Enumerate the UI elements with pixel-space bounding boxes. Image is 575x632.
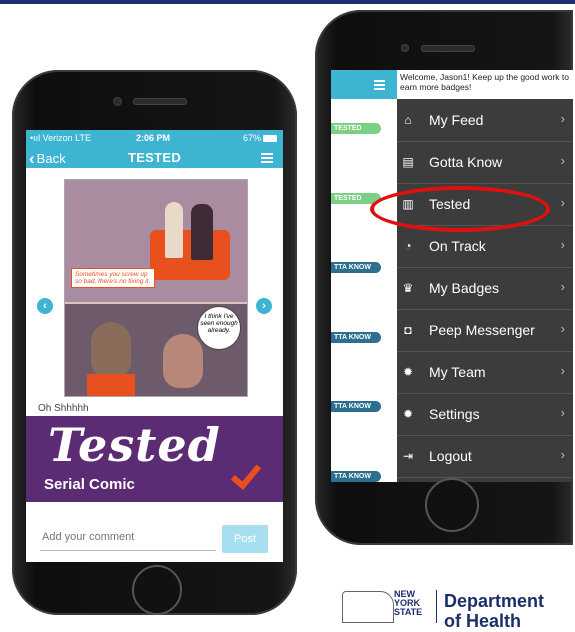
sofa-illustration (150, 230, 230, 280)
post-button[interactable]: Post (222, 525, 268, 553)
banner-subtitle: Serial Comic (44, 476, 135, 493)
character-illustration (191, 204, 213, 260)
menu-item-peep-messenger[interactable]: ◘ Peep Messenger › (397, 309, 573, 352)
home-button[interactable] (132, 565, 182, 615)
menu-item-label: On Track (429, 238, 486, 254)
document-icon: ▤ (402, 155, 414, 169)
logo-line: STATE (394, 607, 423, 617)
banner-title: Tested (48, 418, 221, 472)
left-screen: •ııl Verizon LTE 2:06 PM 67% ‹ Back TESTE… (26, 130, 283, 562)
menu-item-label: My Team (429, 364, 486, 380)
comment-input[interactable] (40, 524, 216, 551)
comic-caption: Oh Shhhhh (38, 403, 89, 414)
highlight-circle (370, 186, 550, 232)
menu-item-label: Gotta Know (429, 154, 503, 170)
right-phone: TESTED TESTED TTA KNOW TTA KNOW TTA KNOW… (315, 10, 573, 545)
scarf-illustration (87, 374, 135, 396)
speech-bubble: Sometimes you screw up so bad, there's n… (71, 268, 155, 288)
feed-tag: TTA KNOW (331, 401, 381, 412)
logo-health: of Health (444, 611, 522, 631)
menu-drawer: Welcome, Jason1! Keep up the good work t… (397, 70, 573, 482)
battery-indicator: 67% (243, 133, 277, 143)
badge-icon: ♛ (402, 281, 414, 295)
prev-arrow-button[interactable]: ‹ (37, 298, 53, 314)
nav-bar: ‹ Back TESTED (26, 146, 283, 168)
menu-item-gotta-know[interactable]: ▤ Gotta Know › (397, 141, 573, 184)
feed-background: TESTED TESTED TTA KNOW TTA KNOW TTA KNOW… (331, 70, 397, 482)
logo-state-text: NEW YORK STATE (394, 590, 422, 617)
menu-item-label: Settings (429, 406, 480, 422)
feed-tag: TTA KNOW (331, 262, 381, 273)
comic-image: Sometimes you screw up so bad, there's n… (64, 179, 248, 397)
menu-item-label: Peep Messenger (429, 322, 535, 338)
chat-icon: ◘ (404, 323, 412, 337)
camera (113, 97, 122, 106)
status-time: 2:06 PM (136, 133, 171, 143)
menu-item-logout[interactable]: ⇥ Logout › (397, 435, 573, 478)
comic-panel: I think I've seen enough already. (65, 304, 247, 396)
header-bar (331, 70, 397, 99)
menu-item-my-badges[interactable]: ♛ My Badges › (397, 267, 573, 310)
status-bar: •ııl Verizon LTE 2:06 PM 67% (26, 130, 283, 146)
chevron-right-icon: › (560, 321, 565, 336)
gear-icon: ✹ (402, 407, 414, 421)
chevron-right-icon: › (560, 195, 565, 210)
character-illustration (91, 322, 131, 378)
menu-item-label: My Badges (429, 280, 500, 296)
home-button[interactable] (425, 478, 479, 532)
menu-item-label: Logout (429, 448, 472, 464)
home-icon: ⌂ (404, 113, 412, 127)
menu-item-label: My Feed (429, 112, 484, 128)
battery-percent: 67% (242, 133, 261, 143)
battery-icon (263, 135, 277, 142)
chevron-right-icon: › (560, 447, 565, 462)
chevron-right-icon: › (560, 153, 565, 168)
character-illustration (163, 334, 203, 388)
top-border (0, 0, 575, 4)
chevron-right-icon: › (560, 405, 565, 420)
chevron-right-icon: › (560, 363, 565, 378)
feed-tag: TTA KNOW (331, 471, 381, 482)
carrier-label: •ııl Verizon LTE (30, 133, 92, 143)
chevron-right-icon: › (560, 279, 565, 294)
comic-panel: Sometimes you screw up so bad, there's n… (65, 180, 247, 302)
checkmark-icon (230, 458, 262, 490)
feed-tag: TESTED (331, 123, 381, 134)
speaker (421, 45, 475, 52)
menu-item-my-team[interactable]: ✹ My Team › (397, 351, 573, 394)
clock-icon: ◔ (404, 239, 412, 253)
character-illustration (165, 202, 183, 258)
right-screen: TESTED TESTED TTA KNOW TTA KNOW TTA KNOW… (331, 70, 573, 482)
nys-doh-logo: NEW YORK STATE Department of Health (338, 588, 568, 631)
chevron-right-icon: › (560, 111, 565, 126)
logo-divider (436, 590, 437, 623)
logout-icon: ⇥ (402, 449, 414, 463)
gear-icon: ✹ (402, 365, 414, 379)
camera (401, 44, 409, 52)
tested-banner: Tested Serial Comic (26, 416, 283, 502)
logo-department: Department (444, 591, 545, 611)
speech-bubble: I think I've seen enough already. (197, 306, 241, 350)
chevron-right-icon: › (560, 237, 565, 252)
page-title: TESTED (127, 150, 182, 165)
welcome-message: Welcome, Jason1! Keep up the good work t… (397, 70, 573, 99)
menu-item-on-track[interactable]: ◔ On Track › (397, 225, 573, 268)
speaker (133, 98, 187, 105)
left-phone: •ııl Verizon LTE 2:06 PM 67% ‹ Back TESTE… (12, 70, 297, 615)
next-arrow-button[interactable]: › (256, 298, 272, 314)
feed-tag: TTA KNOW (331, 332, 381, 343)
hamburger-menu-icon[interactable] (261, 153, 273, 165)
state-outline-icon (342, 591, 394, 623)
menu-item-settings[interactable]: ✹ Settings › (397, 393, 573, 436)
menu-item-my-feed[interactable]: ⌂ My Feed › (397, 99, 573, 142)
